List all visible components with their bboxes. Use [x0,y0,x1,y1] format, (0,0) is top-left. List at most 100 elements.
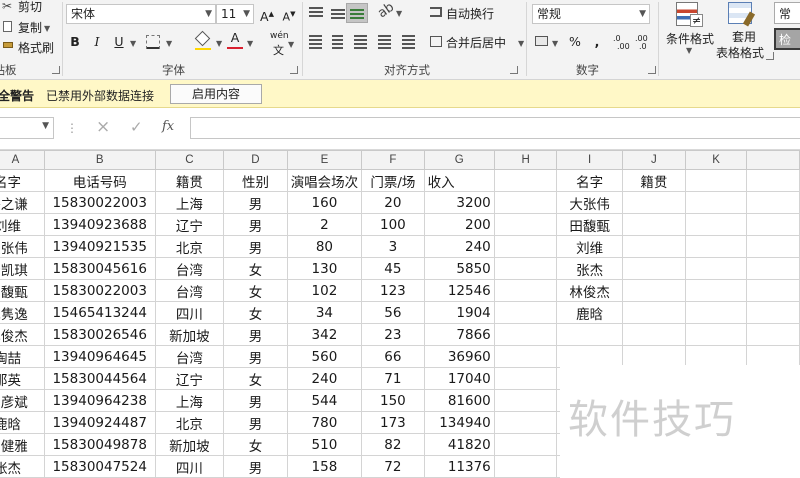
wrap-text-button[interactable]: 自动换行 [428,3,500,23]
cell-a6[interactable]: 田馥甄 [0,279,45,302]
cell-f3[interactable]: 100 [361,213,425,236]
column-header-j[interactable]: J [621,150,687,170]
cell-h11[interactable] [493,389,558,412]
format-painter-button[interactable]: 格式刷 [0,38,56,56]
cell-f2[interactable]: 20 [361,191,425,214]
cell-i3[interactable]: 田馥甄 [556,213,623,236]
column-header-i[interactable]: I [556,150,623,170]
cell-d3[interactable]: 男 [223,213,288,236]
align-top-button[interactable] [308,5,324,21]
chevron-down-icon[interactable]: ▼ [130,39,136,48]
cell-f7[interactable]: 56 [361,301,425,324]
cut-button[interactable]: ✂ 剪切 [0,0,46,16]
decrease-decimal-button[interactable]: .00 .0 [634,33,654,53]
cell-c14[interactable]: 四川 [154,455,225,478]
cell-e5[interactable]: 130 [286,257,363,280]
column-header-b[interactable]: B [43,150,156,170]
number-format-combo[interactable]: 常规 ▼ [532,4,650,24]
align-bottom-button[interactable] [346,3,368,23]
cell-e7[interactable]: 34 [286,301,363,324]
cell-k4[interactable] [685,235,748,258]
column-header-a[interactable]: A [0,150,45,170]
conditional-formatting-button[interactable]: ≠ 条件格式 ▼ [662,0,716,62]
cell-j4[interactable] [621,235,687,258]
cell-e14[interactable]: 158 [286,455,363,478]
cell-d12[interactable]: 男 [223,411,288,434]
cell-b7[interactable]: 15465413244 [43,301,156,324]
cell-b4[interactable]: 13940921535 [43,235,156,258]
cell-c10[interactable]: 辽宁 [154,367,225,390]
cell-e13[interactable]: 510 [286,433,363,456]
cell-g3[interactable]: 200 [423,213,495,236]
cell-c8[interactable]: 新加坡 [154,323,225,346]
cell-k5[interactable] [685,257,748,280]
cell-b3[interactable]: 13940923688 [43,213,156,236]
cell-j6[interactable] [621,279,687,302]
cell-g2[interactable]: 3200 [423,191,495,214]
cell-c13[interactable]: 新加坡 [154,433,225,456]
cell-e10[interactable]: 240 [286,367,363,390]
cell-g13[interactable]: 41820 [423,433,495,456]
cell-e8[interactable]: 342 [286,323,363,346]
cell-style-check[interactable]: 检 [774,28,800,50]
cell-c9[interactable]: 台湾 [154,345,225,368]
decrease-indent-button[interactable] [376,34,392,50]
align-middle-button[interactable] [330,5,346,21]
cell-g8[interactable]: 7866 [423,323,495,346]
cell-a9[interactable]: 陶喆 [0,345,45,368]
cell-b14[interactable]: 15830047524 [43,455,156,478]
increase-decimal-button[interactable]: .0 .00 [612,33,632,53]
chevron-down-icon[interactable]: ▼ [166,39,172,48]
cell-f4[interactable]: 3 [361,235,425,258]
cell-a8[interactable]: 林俊杰 [0,323,45,346]
cell-i7[interactable]: 鹿晗 [556,301,623,324]
cell-e11[interactable]: 544 [286,389,363,412]
number-launcher[interactable] [648,66,656,74]
cell-h14[interactable] [493,455,558,478]
cell-c12[interactable]: 北京 [154,411,225,434]
align-right-button[interactable] [352,34,368,50]
cell-b2[interactable]: 15830022003 [43,191,156,214]
cell-e12[interactable]: 780 [286,411,363,434]
cell-f8[interactable]: 23 [361,323,425,346]
shrink-font-button[interactable]: A▼ [280,4,298,24]
fill-color-button[interactable] [194,30,214,53]
cell-a2[interactable]: 薛之谦 [0,191,45,214]
cell-c1[interactable]: 籍贯 [154,169,225,192]
border-button[interactable] [146,35,160,49]
styles-launcher[interactable] [766,52,774,60]
copy-button[interactable]: 复制 ▼ [0,18,50,36]
cell-h2[interactable] [493,191,558,214]
cell-d11[interactable]: 男 [223,389,288,412]
cell-f14[interactable]: 72 [361,455,425,478]
cell-a1[interactable]: 名字 [0,169,45,192]
cell-l5[interactable] [746,257,800,280]
cell-b10[interactable]: 15830044564 [43,367,156,390]
cell-f6[interactable]: 123 [361,279,425,302]
cell-h6[interactable] [493,279,558,302]
cell-h5[interactable] [493,257,558,280]
font-launcher[interactable] [290,66,298,74]
cell-b8[interactable]: 15830026546 [43,323,156,346]
chevron-down-icon[interactable]: ▼ [216,39,222,48]
cell-l6[interactable] [746,279,800,302]
cell-g10[interactable]: 17040 [423,367,495,390]
cell-f1[interactable]: 门票/场 [361,169,425,192]
cell-j8[interactable] [621,323,687,346]
cell-g9[interactable]: 36960 [423,345,495,368]
cell-a5[interactable]: 萧凯琪 [0,257,45,280]
cell-k8[interactable] [685,323,748,346]
alignment-launcher[interactable] [510,66,518,74]
cell-d7[interactable]: 女 [223,301,288,324]
cell-c4[interactable]: 北京 [154,235,225,258]
cell-i5[interactable]: 张杰 [556,257,623,280]
cell-g5[interactable]: 5850 [423,257,495,280]
cell-b6[interactable]: 15830022003 [43,279,156,302]
cell-f9[interactable]: 66 [361,345,425,368]
cell-b5[interactable]: 15830045616 [43,257,156,280]
italic-button[interactable]: I [88,32,106,52]
cell-l7[interactable] [746,301,800,324]
cell-b1[interactable]: 电话号码 [43,169,156,192]
bold-button[interactable]: B [66,32,84,52]
cell-h3[interactable] [493,213,558,236]
